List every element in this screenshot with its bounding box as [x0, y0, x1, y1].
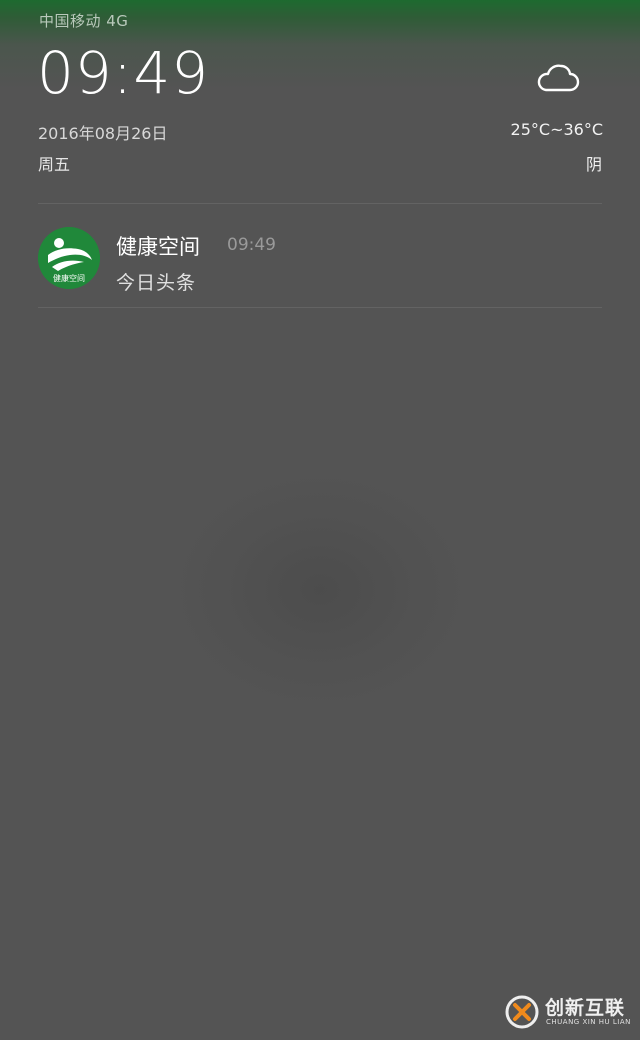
chuangxin-logo-icon	[505, 995, 539, 1029]
notification-time: 09:49	[227, 235, 276, 255]
divider-top	[38, 203, 602, 204]
notification-item[interactable]: 健康空间 健康空间 09:49 今日头条	[38, 205, 602, 306]
cloud-icon	[537, 64, 580, 92]
notification-app-name: 健康空间	[116, 235, 200, 259]
app-icon-label: 健康空间	[53, 273, 85, 283]
lock-weekday: 周五	[38, 155, 71, 174]
health-space-app-icon: 健康空间	[38, 227, 100, 289]
divider-bottom	[38, 307, 602, 308]
notification-message: 今日头条	[116, 272, 197, 294]
lock-clock: 09:49	[37, 39, 210, 107]
weather-condition: 阴	[585, 155, 602, 174]
watermark: 创新互联 CHUANG XIN HU LIAN	[505, 993, 635, 1031]
watermark-subtext: CHUANG XIN HU LIAN	[546, 1018, 631, 1026]
runner-logo-icon: 健康空间	[38, 227, 100, 289]
wallpaper-shadow	[170, 470, 470, 710]
weather-temperature: 25°C~36°C	[510, 120, 603, 139]
lock-date: 2016年08月26日	[38, 124, 168, 143]
carrier-label: 中国移动 4G	[39, 12, 129, 30]
watermark-text: 创新互联	[545, 997, 626, 1019]
